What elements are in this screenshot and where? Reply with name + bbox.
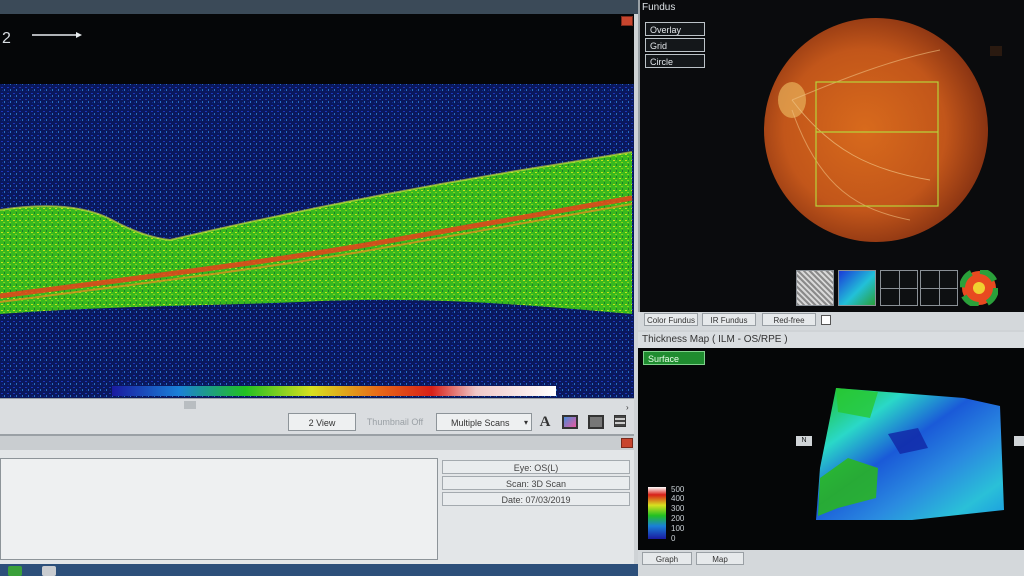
scan-number: 2 (2, 30, 11, 47)
thumb-etdrs-chart[interactable] (959, 268, 999, 308)
surface-button[interactable]: Surface (643, 351, 705, 365)
scroll-thumb[interactable] (184, 401, 196, 409)
oct-bscan-image (0, 14, 634, 398)
thumb-thickness-image[interactable] (838, 270, 876, 306)
chevron-right-icon[interactable]: › (626, 403, 629, 412)
thickness-map-panel (638, 348, 1024, 550)
scale-label-500: 500 (671, 485, 685, 494)
scans-select[interactable]: Multiple Scans ▾ (436, 413, 532, 431)
scale-label-200: 200 (671, 514, 685, 523)
oct-color-scale-bar (112, 386, 556, 396)
tab-map[interactable]: Map (696, 552, 744, 565)
overlay-button[interactable]: Overlay (645, 22, 705, 36)
grid-button[interactable]: Grid (645, 38, 705, 52)
scan-type-field: Scan: 3D Scan (442, 476, 630, 490)
tab-red-free[interactable]: Red-free (762, 313, 816, 326)
direction-marker-right (1014, 436, 1024, 446)
app-icon[interactable] (8, 566, 22, 576)
thickness-map-title: Thickness Map ( ILM - OS/RPE ) (638, 332, 1024, 348)
info-panel-header (0, 436, 634, 450)
red-free-checkbox[interactable] (821, 315, 831, 325)
oct-bscan-viewer[interactable]: 2 (0, 14, 634, 398)
thumb-grid-image[interactable] (880, 270, 918, 306)
oct-toolbar: › 2 View Thumbnail Off Multiple Scans ▾ … (0, 398, 634, 434)
grayscale-icon[interactable] (588, 415, 604, 429)
scale-label-400: 400 (671, 494, 685, 503)
tab-ir-fundus[interactable]: IR Fundus (702, 313, 756, 326)
scans-select-value: Multiple Scans (451, 418, 510, 428)
arrow-right-icon (30, 26, 82, 40)
tab-color-fundus[interactable]: Color Fundus (644, 313, 698, 326)
tab-graph[interactable]: Graph (642, 552, 692, 565)
thickness-surface-3d (648, 388, 1004, 539)
info-panel-close-button[interactable] (621, 438, 633, 448)
nasal-direction-marker: N (796, 436, 812, 446)
scale-label-0: 0 (671, 534, 676, 543)
window-title-bar (0, 0, 640, 14)
thumbnail-off-button[interactable]: Thumbnail Off (362, 413, 428, 431)
fundus-panel-title: Fundus (642, 2, 676, 13)
two-view-button[interactable]: 2 View (288, 413, 356, 431)
folder-icon[interactable] (42, 566, 56, 576)
thumb-ir-image[interactable] (796, 270, 834, 306)
oct-panel-close-button[interactable] (621, 16, 633, 26)
scale-label-300: 300 (671, 504, 685, 513)
date-field: Date: 07/03/2019 (442, 492, 630, 506)
layers-icon[interactable] (614, 415, 626, 427)
chevron-down-icon: ▾ (523, 418, 528, 427)
color-palette-icon[interactable] (562, 415, 578, 429)
thumb-grid-image-2[interactable] (920, 270, 958, 306)
notes-box[interactable] (0, 458, 438, 560)
taskbar (0, 564, 640, 576)
thickness-color-scale (648, 487, 666, 539)
font-icon[interactable]: A (538, 413, 552, 431)
scale-label-100: 100 (671, 524, 685, 533)
circle-button[interactable]: Circle (645, 54, 705, 68)
eye-field: Eye: OS(L) (442, 460, 630, 474)
